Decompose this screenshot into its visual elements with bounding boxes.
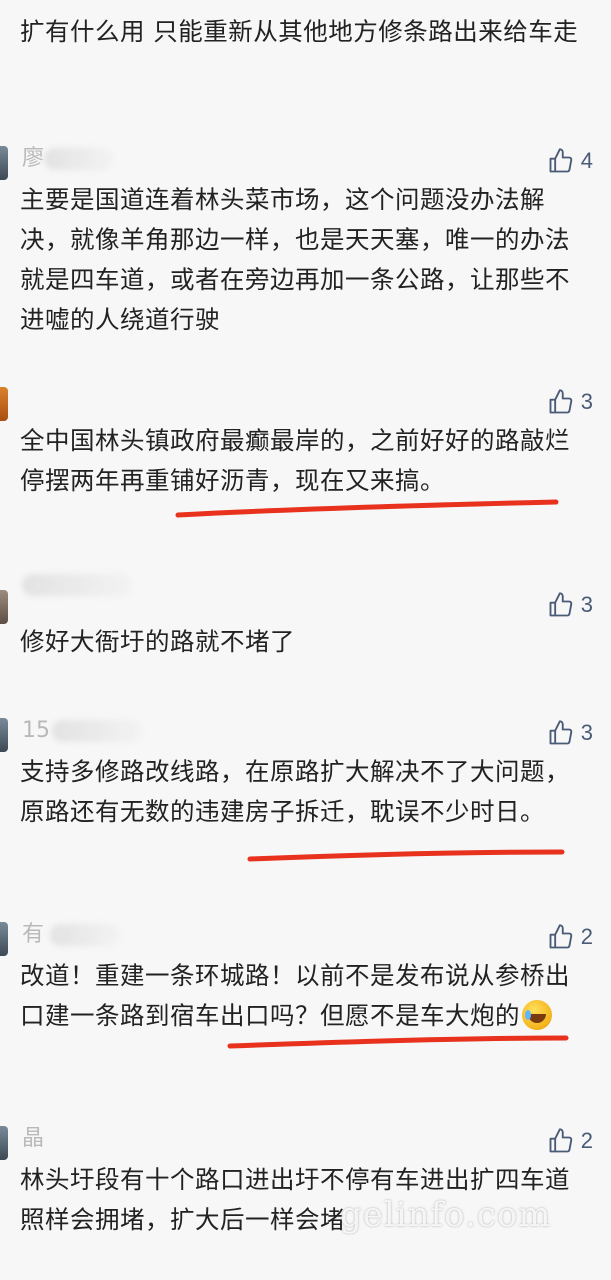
like-button-5[interactable]: 2 bbox=[547, 920, 593, 954]
comment-text-0: 扩有什么用 只能重新从其他地方修条路出来给车走 bbox=[20, 17, 579, 46]
avatar[interactable] bbox=[0, 922, 8, 956]
comment-text-1: 主要是国道连着林头菜市场，这个问题没办法解决，就像羊角那边一样，也是天天塞，唯一… bbox=[20, 185, 570, 334]
username-6[interactable]: 晶 bbox=[22, 1124, 44, 1154]
comment-text-2: 全中国林头镇政府最癫最岸的，之前好好的路敲烂停摆两年再重铺好沥青，现在又来搞。 bbox=[20, 426, 570, 495]
like-button-6[interactable]: 2 bbox=[547, 1124, 593, 1158]
like-count-5: 2 bbox=[580, 924, 593, 949]
blurred-username bbox=[50, 924, 120, 946]
like-count-2: 3 bbox=[580, 389, 593, 414]
red-underline-annotation bbox=[227, 1035, 569, 1049]
like-count-6: 2 bbox=[580, 1128, 593, 1153]
username-4[interactable]: 15 bbox=[22, 716, 50, 746]
like-button-4[interactable]: 3 bbox=[547, 716, 593, 750]
like-button-2[interactable]: 3 bbox=[547, 385, 593, 419]
blurred-username bbox=[44, 148, 114, 170]
red-underline-annotation bbox=[175, 499, 559, 518]
avatar[interactable] bbox=[0, 387, 8, 421]
comment-text-4: 支持多修路改线路，在原路扩大解决不了大问题，原路还有无数的违建房子拆迁，耽误不少… bbox=[20, 757, 570, 826]
thumbs-up-icon bbox=[549, 148, 572, 173]
avatar[interactable] bbox=[0, 590, 8, 624]
avatar[interactable] bbox=[0, 1126, 8, 1160]
thumbs-up-icon bbox=[549, 389, 572, 414]
thumbs-up-icon bbox=[549, 1128, 572, 1153]
avatar[interactable] bbox=[0, 718, 8, 752]
like-count-3: 3 bbox=[580, 592, 593, 617]
comment-text-5-body: 改道！重建一条环城路！以前不是发布说从参桥出口建一条路到宿车出口吗？但愿不是车大… bbox=[20, 961, 570, 1030]
comment-text-5: 改道！重建一条环城路！以前不是发布说从参桥出口建一条路到宿车出口吗？但愿不是车大… bbox=[20, 956, 580, 1036]
blurred-username bbox=[22, 574, 132, 596]
username-1[interactable]: 廖 bbox=[22, 144, 44, 174]
watermark: gelinfo.com bbox=[340, 1195, 552, 1235]
comment-text-3: 修好大衙圩的路就不堵了 bbox=[20, 627, 295, 656]
like-button-3[interactable]: 3 bbox=[547, 588, 593, 622]
thumbs-up-icon bbox=[549, 592, 572, 617]
like-button-1[interactable]: 4 bbox=[547, 144, 593, 178]
like-count-1: 4 bbox=[580, 148, 593, 173]
thumbs-up-icon bbox=[549, 720, 572, 745]
username-5[interactable]: 有 bbox=[22, 920, 44, 950]
thumbs-up-icon bbox=[549, 924, 572, 949]
red-underline-annotation bbox=[247, 849, 565, 862]
avatar[interactable] bbox=[0, 146, 8, 180]
blurred-username bbox=[52, 720, 142, 742]
like-count-4: 3 bbox=[580, 720, 593, 745]
